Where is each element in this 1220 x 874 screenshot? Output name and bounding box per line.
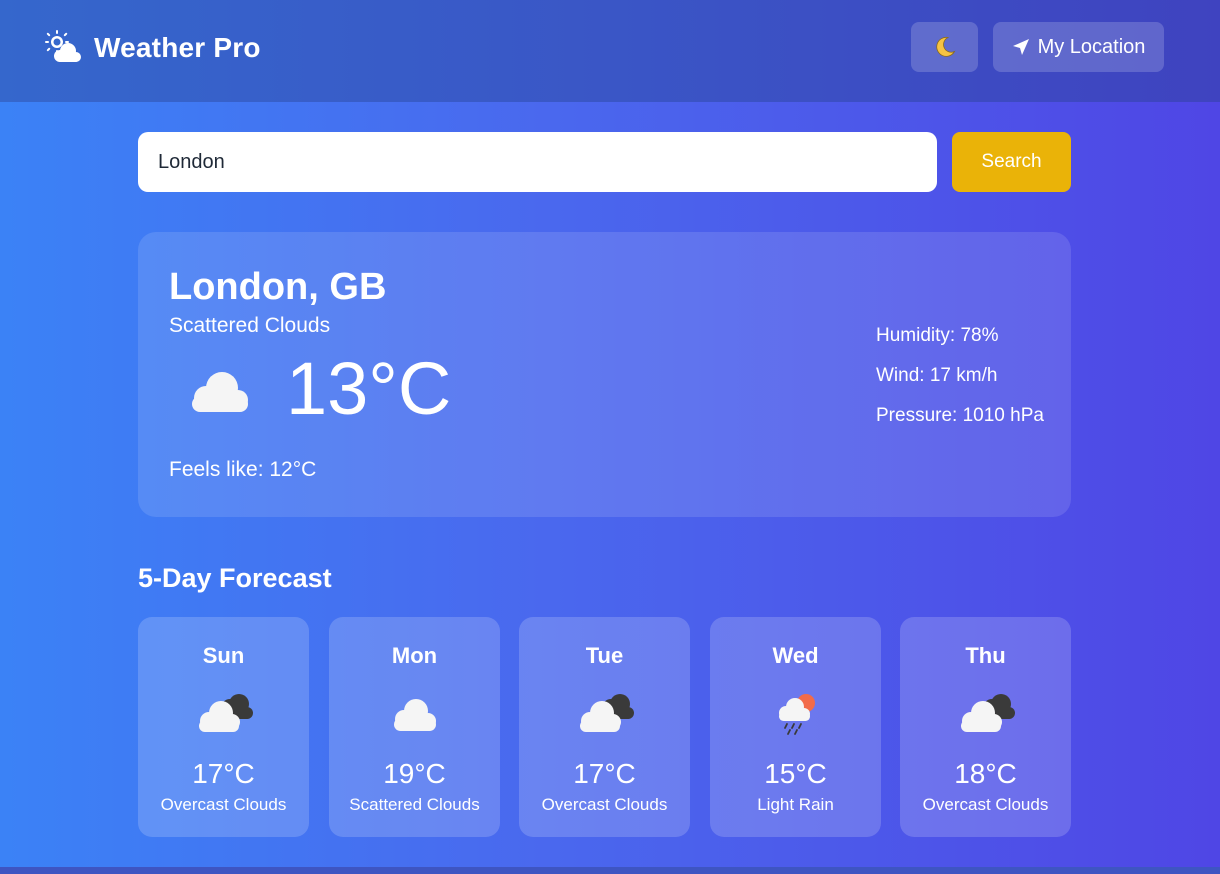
my-location-button[interactable]: My Location bbox=[993, 22, 1164, 72]
my-location-label: My Location bbox=[1037, 35, 1146, 58]
overcast-clouds-icon bbox=[579, 694, 634, 732]
forecast-title: 5-Day Forecast bbox=[138, 563, 332, 593]
current-temperature: 13°C bbox=[286, 347, 452, 430]
forecast-temp: 15°C bbox=[764, 758, 827, 789]
forecast-desc: Overcast Clouds bbox=[160, 795, 287, 814]
forecast-temp: 19°C bbox=[383, 758, 446, 789]
forecast-desc: Overcast Clouds bbox=[922, 795, 1049, 814]
pressure: Pressure: 1010 hPa bbox=[876, 405, 1044, 426]
overcast-clouds-icon bbox=[960, 694, 1015, 732]
footer-strip bbox=[0, 867, 1220, 874]
app-title: Weather Pro bbox=[94, 32, 261, 63]
cloud-icon bbox=[393, 699, 436, 731]
forecast-day: Thu bbox=[965, 643, 1006, 668]
weather-details: Humidity: 78% Wind: 17 km/h Pressure: 10… bbox=[876, 324, 1044, 444]
wind: Wind: 17 km/h bbox=[876, 365, 998, 386]
current-condition: Scattered Clouds bbox=[169, 314, 331, 337]
moon-icon bbox=[935, 36, 955, 57]
forecast-temp: 17°C bbox=[573, 758, 636, 789]
app-header: Weather Pro My Location bbox=[0, 0, 1220, 102]
search-button[interactable]: Search bbox=[952, 132, 1071, 192]
forecast-desc: Light Rain bbox=[757, 795, 834, 814]
humidity: Humidity: 78% bbox=[876, 325, 999, 346]
forecast-day: Wed bbox=[772, 643, 819, 668]
feels-like: Feels like: 12°C bbox=[169, 458, 317, 481]
rain-cloud-sun-icon bbox=[778, 694, 815, 735]
forecast-day: Tue bbox=[585, 643, 624, 668]
forecast-card-mon: Mon 19°C Scattered Clouds bbox=[329, 617, 500, 837]
current-weather-card: London, GB Scattered Clouds 13°C Feels l… bbox=[138, 232, 1071, 517]
brand: Weather Pro bbox=[44, 30, 261, 66]
location-arrow-icon bbox=[1012, 39, 1029, 55]
theme-toggle-button[interactable] bbox=[911, 22, 978, 72]
forecast-card-thu: Thu 18°C Overcast Clouds bbox=[900, 617, 1071, 837]
forecast-temp: 17°C bbox=[192, 758, 255, 789]
cloud-icon bbox=[192, 372, 248, 412]
forecast-card-tue: Tue 17°C Overcast Clouds bbox=[519, 617, 690, 837]
forecast-desc: Scattered Clouds bbox=[349, 795, 480, 814]
forecast-desc: Overcast Clouds bbox=[541, 795, 668, 814]
forecast-temp: 18°C bbox=[954, 758, 1017, 789]
forecast-day: Mon bbox=[391, 643, 438, 668]
city-name: London, GB bbox=[169, 266, 387, 308]
sun-cloud-icon bbox=[45, 30, 81, 62]
city-search-input[interactable] bbox=[138, 132, 937, 192]
forecast-card-wed: Wed 15°C Light Rain bbox=[710, 617, 881, 837]
forecast-day: Sun bbox=[202, 643, 245, 668]
forecast-card-sun: Sun 17°C Overcast Clouds bbox=[138, 617, 309, 837]
overcast-clouds-icon bbox=[198, 694, 253, 732]
